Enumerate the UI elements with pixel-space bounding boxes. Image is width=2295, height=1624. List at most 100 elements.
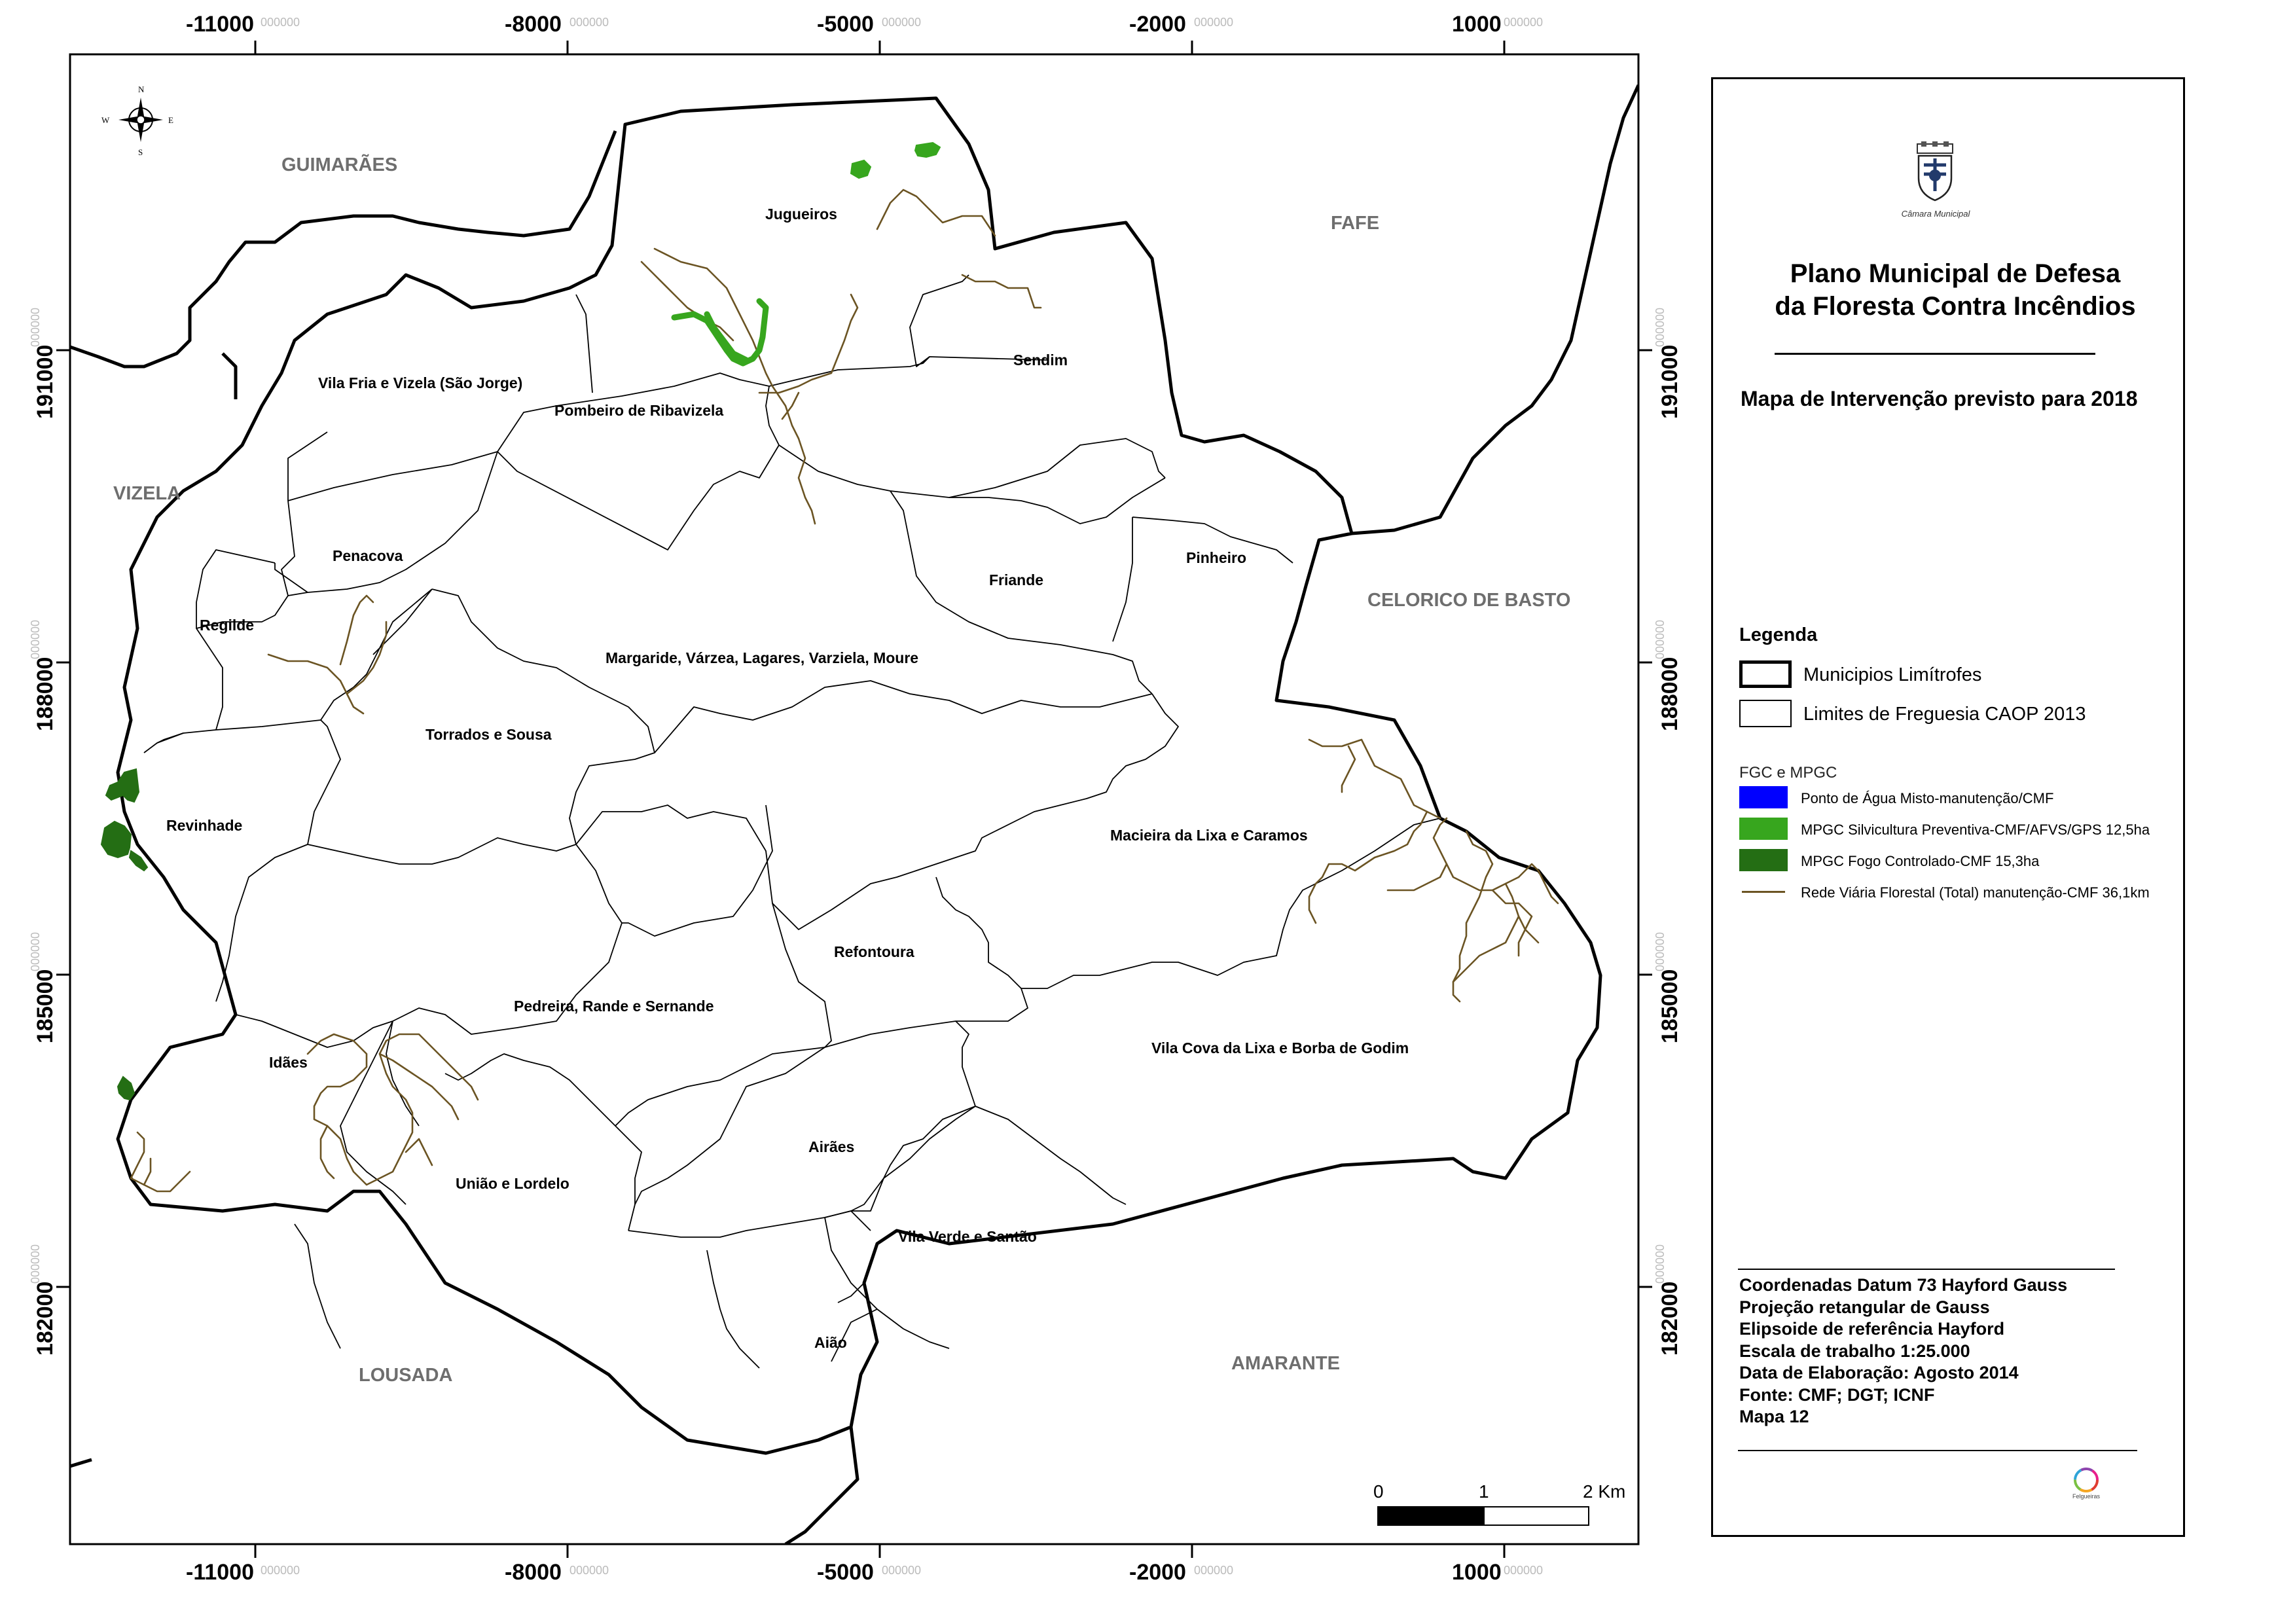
- x-tick-label: -2000: [1129, 12, 1186, 37]
- meta-source: Fonte: CMF; DGT; ICNF: [1739, 1384, 1935, 1405]
- neighbor-label-amarante: AMARANTE: [1231, 1353, 1340, 1374]
- legend-heading: Legenda: [1739, 624, 1818, 645]
- x-tick-label: -8000: [505, 1560, 562, 1585]
- legend-swatch-freguesias: [1739, 700, 1792, 727]
- meta-datum: Coordenadas Datum 73 Hayford Gauss: [1739, 1275, 2068, 1295]
- legend-label-municipios: Municipios Limítrofes: [1803, 664, 1982, 685]
- meta-divider-top: [1738, 1269, 2115, 1270]
- x-tick-suffix: 000000: [1194, 16, 1233, 29]
- parish-labels: Jugueiros Sendim Vila Fria e Vizela (São…: [166, 206, 1409, 1351]
- y-axis-labels-right: 191000 000000 188000 000000 185000 00000…: [1653, 308, 1682, 1356]
- map-title: Plano Municipal de Defesa da Floresta Co…: [1739, 257, 2171, 323]
- y-tick-suffix: 000000: [29, 932, 42, 971]
- meta-map-number: Mapa 12: [1739, 1407, 1809, 1426]
- x-tick-suffix: 000000: [261, 1564, 300, 1577]
- neighbor-label-celorico: CELORICO DE BASTO: [1367, 590, 1570, 611]
- x-tick-suffix: 000000: [1504, 1564, 1543, 1577]
- compass-rose-icon: N S E W: [101, 84, 173, 157]
- x-tick-label: -5000: [817, 1560, 874, 1585]
- y-tick-suffix: 000000: [29, 308, 42, 347]
- neighbor-label-vizela: VIZELA: [113, 483, 181, 504]
- compass-n: N: [138, 84, 145, 94]
- y-tick-suffix: 000000: [1653, 932, 1667, 971]
- x-tick-suffix: 000000: [569, 16, 609, 29]
- y-tick-suffix: 000000: [29, 1244, 42, 1284]
- coat-of-arms-icon: [1917, 141, 1953, 202]
- parish-label: Vila Fria e Vizela (São Jorge): [318, 374, 522, 391]
- parish-label: Torrados e Sousa: [425, 726, 552, 743]
- neighbor-label-guimaraes: GUIMARÃES: [281, 153, 397, 175]
- y-tick-label: 185000: [1657, 969, 1682, 1043]
- x-tick-label: -5000: [817, 12, 874, 37]
- legend-label-fogo-controlado: MPGC Fogo Controlado-CMF 15,3ha: [1801, 853, 2040, 869]
- legend-label-silvicultura: MPGC Silvicultura Preventiva-CMF/AFVS/GP…: [1801, 821, 2150, 838]
- compass-w: W: [101, 115, 110, 125]
- parish-label: Sendim: [1013, 352, 1068, 369]
- y-axis-labels-left: 191000 000000 188000 000000 185000 00000…: [29, 308, 58, 1356]
- legend-swatch-fogo-controlado: [1739, 849, 1788, 871]
- x-axis-labels-top: -11000 000000 -8000 000000 -5000 000000 …: [186, 12, 1543, 37]
- x-tick-suffix: 000000: [1194, 1564, 1233, 1577]
- legend-label-rede-viaria: Rede Viária Florestal (Total) manutenção…: [1801, 884, 2150, 901]
- y-tick-suffix: 000000: [1653, 1244, 1667, 1284]
- x-axis-labels-bottom: -11000 000000 -8000 000000 -5000 000000 …: [186, 1560, 1543, 1585]
- neighbor-boundary: [1351, 84, 1638, 535]
- x-tick-label: 1000: [1452, 1560, 1502, 1585]
- y-tick-label: 191000: [1657, 345, 1682, 419]
- silvicultura-areas: [671, 141, 941, 367]
- parish-label: Pombeiro de Ribavizela: [554, 402, 723, 419]
- legend-swatch-rede-viaria: [1739, 880, 1788, 903]
- parish-label: Vila Cova da Lixa e Borba de Godim: [1151, 1039, 1409, 1056]
- compass-e: E: [168, 115, 173, 125]
- parish-label: Airães: [808, 1138, 854, 1155]
- y-tick-label: 182000: [33, 1282, 58, 1356]
- y-tick-label: 182000: [1657, 1282, 1682, 1356]
- x-tick-suffix: 000000: [882, 1564, 921, 1577]
- meta-ellipsoid: Elipsoide de referência Hayford: [1739, 1319, 2005, 1339]
- neighbor-label-lousada: LOUSADA: [359, 1365, 452, 1386]
- legend-label-ponto-agua: Ponto de Água Misto-manutenção/CMF: [1801, 790, 2054, 806]
- info-panel: Câmara Municipal Plano Municipal de Defe…: [1711, 77, 2185, 1537]
- footer-logo-label: Felgueiras: [2072, 1493, 2101, 1500]
- parish-label: Aião: [814, 1334, 847, 1351]
- x-tick-label: -11000: [186, 12, 254, 37]
- neighbor-boundary: [70, 1458, 92, 1468]
- parish-label: Idães: [269, 1054, 308, 1071]
- y-tick-suffix: 000000: [1653, 308, 1667, 347]
- org-label: Câmara Municipal: [1901, 209, 1970, 219]
- parish-label: Pedreira, Rande e Sernande: [514, 998, 714, 1015]
- parish-label: Pinheiro: [1186, 549, 1246, 566]
- x-tick-suffix: 000000: [1504, 16, 1543, 29]
- scale-label-0: 0: [1373, 1481, 1384, 1502]
- y-tick-suffix: 000000: [29, 620, 42, 659]
- scale-label-2: 2 Km: [1583, 1481, 1625, 1502]
- y-tick-suffix: 000000: [1653, 620, 1667, 659]
- legend-label-freguesias: Limites de Freguesia CAOP 2013: [1803, 704, 2086, 725]
- y-tick-label: 185000: [33, 969, 58, 1043]
- x-tick-label: 1000: [1452, 12, 1502, 37]
- parish-label: Refontoura: [834, 943, 914, 960]
- title-line-2: da Floresta Contra Incêndios: [1775, 292, 2136, 321]
- x-tick-label: -2000: [1129, 1560, 1186, 1585]
- y-tick-label: 188000: [1657, 657, 1682, 731]
- parish-label: Penacova: [333, 547, 403, 564]
- parish-label: Margaride, Várzea, Lagares, Varziela, Mo…: [605, 649, 918, 666]
- scale-label-1: 1: [1479, 1481, 1489, 1502]
- meta-scale: Escala de trabalho 1:25.000: [1739, 1341, 1970, 1361]
- x-axis-ticks: [254, 41, 1506, 1558]
- x-tick-suffix: 000000: [882, 16, 921, 29]
- title-divider: [1775, 353, 2095, 355]
- map-subtitle: Mapa de Intervenção previsto para 2018: [1741, 387, 2138, 410]
- map-metadata: Coordenadas Datum 73 Hayford Gauss Proje…: [1739, 1274, 2067, 1428]
- scale-bar: 0 1 2 Km: [1373, 1481, 1625, 1526]
- municipality-boundary: [116, 96, 1602, 1455]
- parish-label: Revinhade: [166, 817, 242, 834]
- legend-swatch-silvicultura: [1739, 818, 1788, 840]
- neighbor-boundary: [221, 352, 238, 399]
- parish-label: Friande: [989, 571, 1043, 588]
- meta-date: Data de Elaboração: Agosto 2014: [1739, 1363, 2019, 1382]
- compass-s: S: [138, 147, 143, 157]
- fgc-heading: FGC e MPGC: [1739, 764, 1837, 782]
- x-tick-label: -8000: [505, 12, 562, 37]
- legend-swatch-ponto-agua: [1739, 786, 1788, 808]
